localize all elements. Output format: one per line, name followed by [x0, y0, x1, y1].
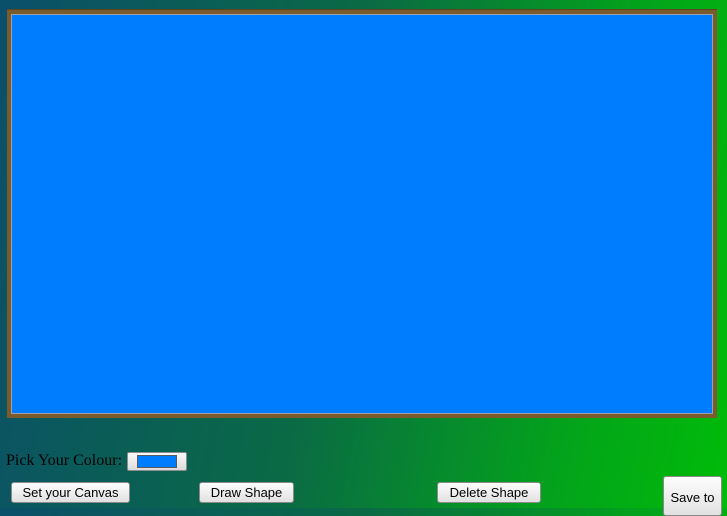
save-button[interactable]: Save to: [663, 476, 722, 516]
color-picker-input[interactable]: [127, 451, 188, 471]
color-swatch: [137, 454, 178, 468]
canvas-frame: [7, 9, 717, 418]
set-canvas-button[interactable]: Set your Canvas: [11, 482, 130, 503]
color-picker-row: Pick Your Colour:: [6, 450, 188, 472]
drawing-canvas[interactable]: [11, 14, 713, 414]
delete-shape-button[interactable]: Delete Shape: [437, 482, 541, 503]
color-picker-label: Pick Your Colour:: [6, 452, 123, 469]
draw-shape-button[interactable]: Draw Shape: [199, 482, 294, 503]
